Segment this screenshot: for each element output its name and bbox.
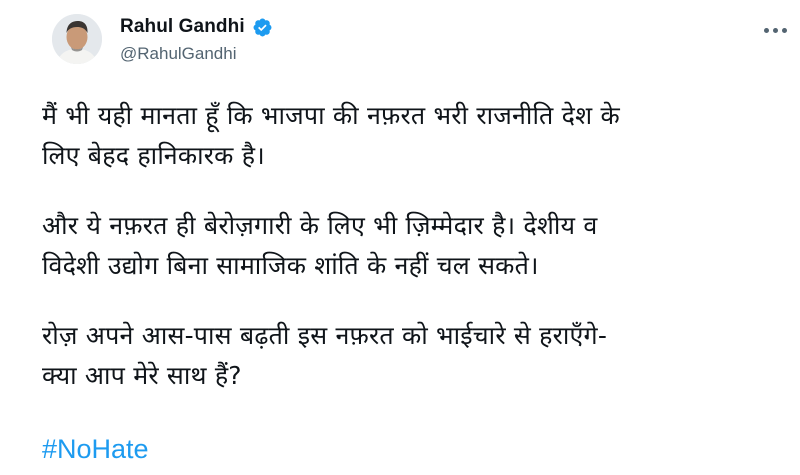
tweet-text: मैं भी यही मानता हूँ कि भाजपा की नफ़रत भ…	[42, 96, 782, 426]
tweet-line: क्या आप मेरे साथ हैं?	[42, 361, 242, 390]
author-handle[interactable]: @RahulGandhi	[120, 44, 237, 64]
avatar[interactable]	[52, 14, 102, 64]
more-options-icon[interactable]	[760, 20, 790, 40]
more-dot	[763, 27, 769, 33]
profile-photo-icon	[52, 14, 102, 64]
tweet-line: मैं भी यही मानता हूँ कि भाजपा की नफ़रत भ…	[42, 101, 620, 130]
tweet-paragraph: रोज़ अपने आस-पास बढ़ती इस नफ़रत को भाईचा…	[42, 316, 782, 396]
tweet-card: Rahul Gandhi @RahulGandhi मैं भी यही मान…	[0, 0, 800, 475]
hashtag-link[interactable]: #NoHate	[42, 434, 149, 465]
verified-badge-icon	[253, 18, 272, 37]
tweet-line: विदेशी उद्योग बिना सामाजिक शांति के नहीं…	[42, 251, 539, 280]
tweet-line: लिए बेहद हानिकारक है।	[42, 141, 265, 170]
more-dot	[781, 27, 787, 33]
author-display-name[interactable]: Rahul Gandhi	[120, 16, 245, 38]
tweet-paragraph: और ये नफ़रत ही बेरोज़गारी के लिए भी ज़िम…	[42, 206, 782, 286]
tweet-line: और ये नफ़रत ही बेरोज़गारी के लिए भी ज़िम…	[42, 211, 598, 240]
tweet-line: रोज़ अपने आस-पास बढ़ती इस नफ़रत को भाईचा…	[42, 321, 608, 350]
more-dot	[772, 27, 778, 33]
tweet-paragraph: मैं भी यही मानता हूँ कि भाजपा की नफ़रत भ…	[42, 96, 782, 176]
